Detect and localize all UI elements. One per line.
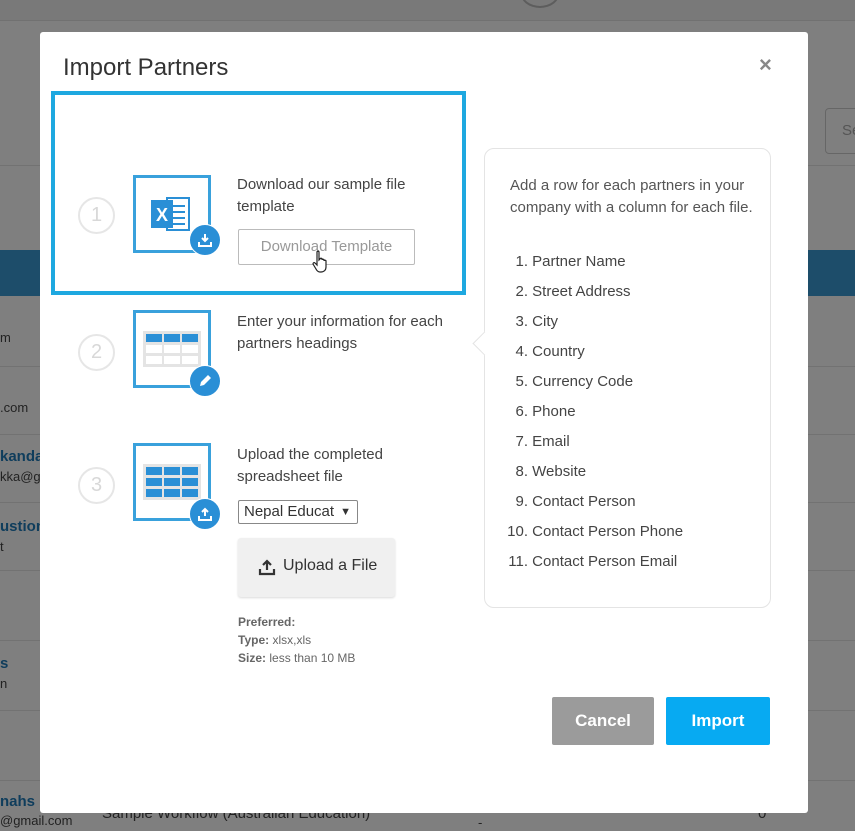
table-thumbnail [133, 310, 221, 397]
upload-icon [258, 559, 276, 576]
field-list: 1. Partner Name 2. Street Address 3. Cit… [502, 253, 683, 583]
preferred-label: Preferred: [238, 615, 296, 629]
import-button[interactable]: Import [666, 697, 770, 745]
excel-icon: X [151, 197, 190, 231]
download-icon [189, 224, 221, 256]
list-item: 10. Contact Person Phone [507, 523, 684, 540]
size-line: Size: less than 10 MB [238, 651, 355, 665]
list-item: 6. Phone [515, 403, 576, 420]
list-item: 5. Currency Code [515, 373, 634, 390]
size-value: less than 10 MB [269, 651, 356, 665]
step-3-text: Upload the completed spreadsheet file [237, 446, 383, 485]
panel-pointer [472, 331, 497, 356]
upload-file-label: Upload a File [283, 557, 378, 574]
upload-icon [189, 498, 221, 530]
table-icon [143, 464, 201, 500]
partner-select[interactable]: Nepal Educat ▼ [238, 500, 358, 524]
excel-thumbnail: X [133, 175, 221, 256]
step-2-number: 2 [78, 334, 115, 371]
list-item: 7. Email [515, 433, 570, 450]
table-icon [143, 331, 201, 367]
dropdown-arrow-icon: ▼ [340, 506, 351, 518]
modal-title: Import Partners [63, 54, 229, 81]
partner-select-value: Nepal Educat [244, 503, 335, 520]
spreadsheet-thumbnail [133, 443, 221, 530]
list-item: 8. Website [515, 463, 587, 480]
list-item: 11. Contact Person Email [508, 553, 678, 570]
step-1-text: Download our sample file template [237, 176, 406, 215]
list-item: 2. Street Address [515, 283, 631, 300]
type-value: xlsx,xls [272, 633, 312, 647]
list-item: 4. Country [515, 343, 585, 360]
list-item: 1. Partner Name [515, 253, 626, 270]
size-label: Size: [238, 651, 267, 665]
pencil-icon [189, 365, 221, 397]
fields-info-panel: Add a row for each partners in your comp… [472, 148, 771, 608]
hand-cursor-icon [312, 250, 327, 273]
svg-text:X: X [156, 205, 168, 225]
list-item: 9. Contact Person [515, 493, 636, 510]
close-icon[interactable]: × [759, 54, 772, 76]
step-2-text: Enter your information for each partners… [237, 313, 443, 352]
step-3-number: 3 [78, 467, 115, 504]
info-intro: Add a row for each partners in your comp… [510, 177, 753, 216]
cancel-button[interactable]: Cancel [552, 697, 654, 745]
type-label: Type: [238, 633, 270, 647]
upload-file-button[interactable]: Upload a File [238, 538, 395, 597]
step-1-number: 1 [78, 197, 115, 234]
type-line: Type: xlsx,xls [238, 633, 311, 647]
import-partners-modal: Import Partners × 1 X Download our sampl… [40, 32, 808, 813]
list-item: 3. City [515, 313, 559, 330]
